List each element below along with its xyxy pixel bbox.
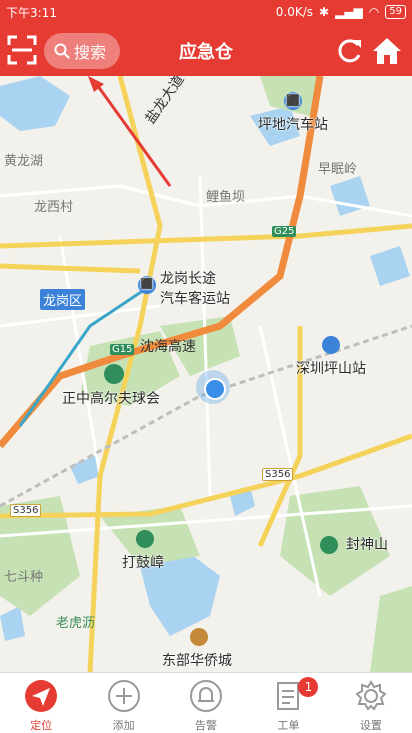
- poi-pingdi-station[interactable]: ⬛ 坪地汽车站: [258, 92, 328, 134]
- tab-label: 工单: [277, 719, 300, 732]
- district-label-longgang: 龙岗区: [40, 289, 86, 310]
- poi-longgang-station[interactable]: ⬛ 龙岗长途 汽车客运站: [138, 268, 230, 308]
- bell-icon: [190, 680, 223, 712]
- tab-locate[interactable]: 定位: [0, 673, 82, 733]
- poi-label-line2: 汽车客运站: [160, 291, 230, 307]
- search-label: 搜索: [74, 43, 107, 62]
- poi-dongbu-huaqiao[interactable]: 东部华侨城: [162, 628, 232, 670]
- add-circle-icon: [107, 680, 140, 712]
- poi-label-text: 封神山: [346, 537, 388, 553]
- bus-station-icon: ⬛: [284, 92, 302, 110]
- tab-label: 定位: [30, 719, 53, 732]
- notification-badge: 1: [298, 677, 319, 697]
- gear-icon: [355, 680, 387, 711]
- map-label-huanglong-lake: 黄龙湖: [4, 154, 44, 169]
- tab-label: 添加: [112, 719, 135, 732]
- tab-work-order[interactable]: 1 工单: [247, 673, 329, 733]
- app-header: 搜索 应急仓: [0, 24, 412, 76]
- battery-icon: 59: [385, 5, 406, 19]
- scan-icon: [7, 35, 37, 65]
- tab-label: 设置: [359, 719, 382, 732]
- map-label-qidou-zhong: 七斗种: [4, 570, 44, 585]
- mountain-icon: [320, 536, 338, 554]
- poi-label-text: 正中高尔夫球会: [62, 391, 160, 407]
- map-label-shenhai-expressway: 沈海高速: [140, 339, 196, 355]
- road-badge-s356-east: S356: [262, 468, 294, 481]
- refresh-icon: [338, 39, 361, 63]
- status-bar: 下午3:11 0.0K/s ✱ ▂▄▆ ◠ 59: [0, 0, 412, 24]
- bluetooth-icon: ✱: [319, 5, 330, 19]
- home-button[interactable]: [372, 36, 402, 66]
- map-label-liyu-dam: 鲤鱼坝: [206, 190, 246, 205]
- signal-icon: ▂▄▆: [335, 5, 363, 19]
- home-icon: [373, 38, 401, 64]
- poi-label-text: 坪地汽车站: [258, 117, 328, 133]
- net-speed: 0.0K/s: [275, 5, 314, 19]
- bus-station-icon: ⬛: [138, 276, 156, 294]
- road-badge-g25: G25: [272, 226, 297, 237]
- poi-pingshan-station[interactable]: 深圳坪山站: [296, 336, 366, 378]
- poi-dagu-zhang[interactable]: 打鼓嶂: [122, 530, 164, 572]
- search-button[interactable]: 搜索: [44, 33, 120, 69]
- map-label-laohu-li: 老虎沥: [56, 616, 96, 631]
- bottom-tab-bar: 定位 添加 告警 1 工单 设置: [0, 672, 412, 733]
- mountain-icon: [136, 530, 154, 548]
- map-label-xiapu-ridge: 早眠岭: [318, 162, 358, 177]
- map-view[interactable]: 盐龙大道 黄龙湖 龙西村 早眠岭 鲤鱼坝 ⬛ 坪地汽车站 G25 ⬛ 龙岗长途 …: [0, 76, 412, 672]
- poi-label-line1: 龙岗长途: [160, 271, 216, 287]
- scan-button[interactable]: [6, 34, 38, 66]
- status-time: 下午3:11: [6, 5, 57, 20]
- search-icon: [54, 43, 70, 59]
- wifi-icon: ◠: [368, 5, 380, 19]
- poi-zhengzhong-golf[interactable]: 正中高尔夫球会: [62, 364, 160, 408]
- location-arrow-icon: [25, 680, 58, 712]
- road-badge-g15: G15: [110, 344, 135, 355]
- tab-label: 告警: [195, 719, 218, 732]
- tab-settings[interactable]: 设置: [330, 673, 412, 733]
- road-badge-s356-west: S356: [10, 504, 42, 517]
- poi-label-text: 打鼓嶂: [122, 555, 164, 571]
- current-location-marker[interactable]: [196, 370, 230, 404]
- landmark-icon: [190, 628, 208, 646]
- poi-label-text: 东部华侨城: [162, 653, 232, 669]
- poi-label-text: 深圳坪山站: [296, 361, 366, 377]
- golf-icon: [104, 364, 124, 384]
- tab-add[interactable]: 添加: [82, 673, 164, 733]
- refresh-button[interactable]: [334, 36, 364, 66]
- tab-alarm[interactable]: 告警: [165, 673, 247, 733]
- poi-fengshen-mountain[interactable]: 封神山: [320, 534, 388, 554]
- status-indicators: 0.0K/s ✱ ▂▄▆ ◠ 59: [276, 5, 406, 19]
- station-icon: [322, 336, 340, 354]
- map-label-longxi-village: 龙西村: [34, 200, 74, 215]
